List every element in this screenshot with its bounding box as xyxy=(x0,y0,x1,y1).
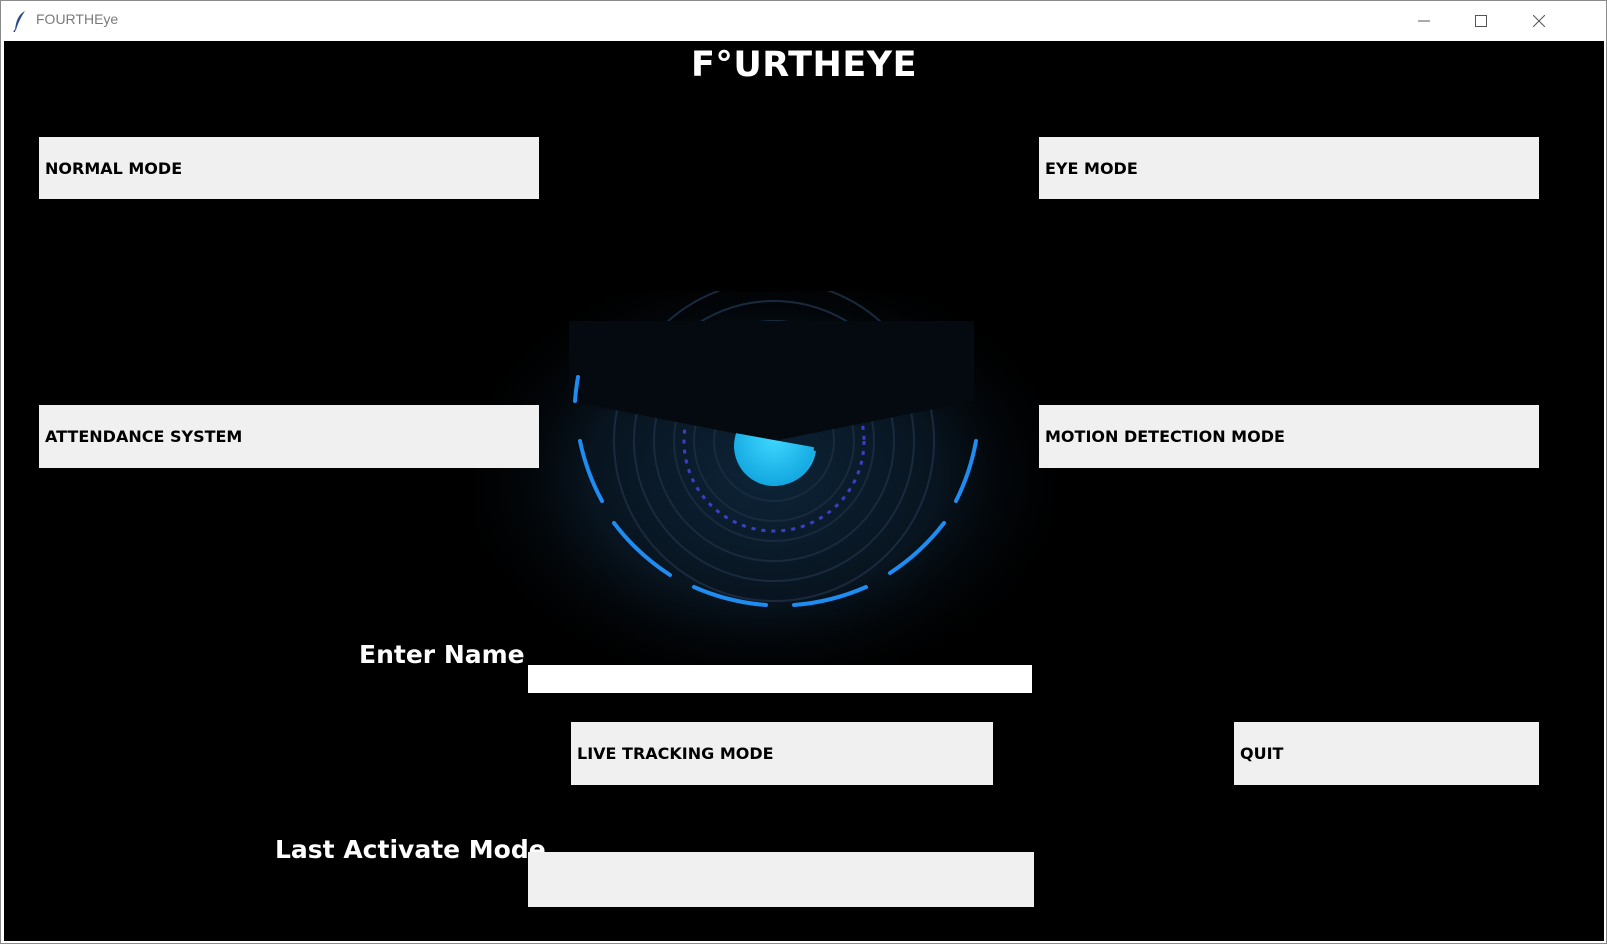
app-heading: F°URTHEYE xyxy=(690,45,918,85)
minimize-button[interactable] xyxy=(1395,1,1453,41)
quit-button[interactable]: QUIT xyxy=(1234,722,1539,785)
minimize-icon xyxy=(1418,15,1430,27)
title-bar[interactable]: FOURTHEye xyxy=(1,1,1606,41)
window-title: FOURTHEye xyxy=(36,11,119,27)
live-tracking-mode-button[interactable]: LIVE TRACKING MODE xyxy=(571,722,993,785)
motion-detection-mode-button[interactable]: MOTION DETECTION MODE xyxy=(1039,405,1539,468)
last-activate-mode-display xyxy=(528,852,1034,907)
eye-mode-button[interactable]: EYE MODE xyxy=(1039,137,1539,199)
feather-icon xyxy=(13,10,27,33)
close-icon xyxy=(1533,15,1545,27)
attendance-system-button[interactable]: ATTENDANCE SYSTEM xyxy=(39,405,539,468)
normal-mode-button[interactable]: NORMAL MODE xyxy=(39,137,539,199)
last-activate-mode-label: Last Activate Mode xyxy=(275,835,546,864)
close-button[interactable] xyxy=(1510,1,1568,41)
name-input[interactable] xyxy=(528,665,1032,693)
eye-background-image xyxy=(474,291,1054,701)
app-window: FOURTHEye F°URTHEYE NORMAL MODE EYE MODE… xyxy=(0,0,1607,944)
maximize-icon xyxy=(1475,15,1487,27)
main-canvas: F°URTHEYE NORMAL MODE EYE MODE ATTENDANC… xyxy=(4,41,1604,941)
enter-name-label: Enter Name xyxy=(359,640,525,669)
maximize-button[interactable] xyxy=(1452,1,1510,41)
